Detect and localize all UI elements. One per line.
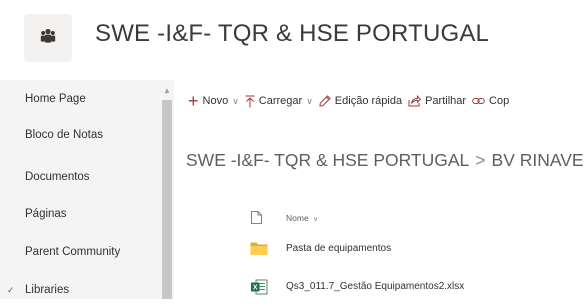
upload-icon bbox=[245, 95, 255, 108]
nav-item-label: Home Page bbox=[25, 93, 86, 105]
share-icon bbox=[408, 95, 422, 107]
list-column-header: Nome ∨ bbox=[174, 206, 585, 230]
list-item[interactable]: Pasta de equipamentos bbox=[174, 230, 585, 268]
list-item[interactable]: X Qs3_011.7_Gestão Equipamentos2.xlsx bbox=[174, 268, 585, 306]
chevron-down-icon: ∨ bbox=[306, 95, 313, 106]
excel-file-icon: X bbox=[250, 279, 268, 295]
scroll-up-arrow-icon[interactable]: ▲ bbox=[163, 86, 171, 95]
pencil-icon bbox=[319, 95, 331, 107]
file-type-header-icon[interactable] bbox=[251, 211, 262, 226]
new-label: Novo bbox=[202, 95, 229, 107]
svg-text:X: X bbox=[253, 285, 258, 292]
name-column-header[interactable]: Nome ∨ bbox=[286, 213, 318, 223]
group-people-icon bbox=[39, 27, 57, 50]
chevron-down-icon: ∨ bbox=[313, 216, 319, 223]
quick-edit-button[interactable]: Edição rápida bbox=[319, 95, 402, 107]
upload-label: Carregar bbox=[258, 95, 303, 107]
nav-item-documentos[interactable]: Documentos bbox=[0, 165, 160, 189]
nav-item-bloco-de-notas[interactable]: Bloco de Notas bbox=[0, 123, 160, 147]
breadcrumb-item-library[interactable]: BV RINAVE bbox=[492, 150, 584, 170]
scrollbar-thumb[interactable] bbox=[162, 100, 172, 299]
command-bar: + Novo ∨ Carregar ∨ Edição rápida Partil… bbox=[174, 86, 585, 116]
nav-item-paginas[interactable]: Páginas bbox=[0, 202, 160, 226]
copy-link-button[interactable]: Cop bbox=[472, 95, 509, 107]
nav-item-label: Parent Community bbox=[25, 246, 121, 258]
list-item-name[interactable]: Qs3_011.7_Gestão Equipamentos2.xlsx bbox=[286, 281, 464, 292]
breadcrumb-separator: > bbox=[475, 150, 486, 170]
chevron-down-icon: ∨ bbox=[232, 95, 239, 106]
site-title[interactable]: SWE -I&F- TQR & HSE PORTUGAL bbox=[95, 20, 489, 48]
breadcrumb-item-site[interactable]: SWE -I&F- TQR & HSE PORTUGAL bbox=[186, 150, 469, 170]
expand-chevron-icon[interactable]: ✓ bbox=[7, 285, 15, 296]
copy-link-label: Cop bbox=[489, 95, 510, 107]
nav-scrollbar[interactable]: ▲ bbox=[160, 86, 174, 299]
share-label: Partilhar bbox=[425, 95, 467, 107]
site-header: SWE -I&F- TQR & HSE PORTUGAL bbox=[0, 0, 585, 80]
name-column-label: Nome bbox=[286, 213, 309, 223]
site-logo[interactable] bbox=[24, 14, 72, 62]
list-item-name[interactable]: Pasta de equipamentos bbox=[286, 243, 391, 254]
nav-item-label: Bloco de Notas bbox=[25, 129, 103, 141]
nav-item-home-page[interactable]: Home Page bbox=[0, 87, 160, 111]
nav-item-label: Páginas bbox=[25, 208, 67, 220]
share-button[interactable]: Partilhar bbox=[408, 95, 466, 107]
nav-item-libraries[interactable]: ✓ Libraries bbox=[0, 278, 160, 302]
nav-item-label: Libraries bbox=[25, 284, 70, 296]
folder-icon bbox=[250, 241, 268, 257]
nav-item-label: Documentos bbox=[25, 171, 90, 183]
plus-icon: + bbox=[188, 91, 199, 111]
quick-edit-label: Edição rápida bbox=[334, 95, 403, 107]
nav-item-parent-community[interactable]: Parent Community bbox=[0, 240, 160, 264]
new-button[interactable]: + Novo ∨ bbox=[188, 91, 239, 111]
link-icon bbox=[472, 96, 485, 106]
upload-button[interactable]: Carregar ∨ bbox=[245, 95, 313, 108]
left-navigation: Home Page Bloco de Notas Documentos Pági… bbox=[0, 80, 174, 299]
breadcrumb: SWE -I&F- TQR & HSE PORTUGAL>BV RINAVE>( bbox=[186, 150, 585, 171]
